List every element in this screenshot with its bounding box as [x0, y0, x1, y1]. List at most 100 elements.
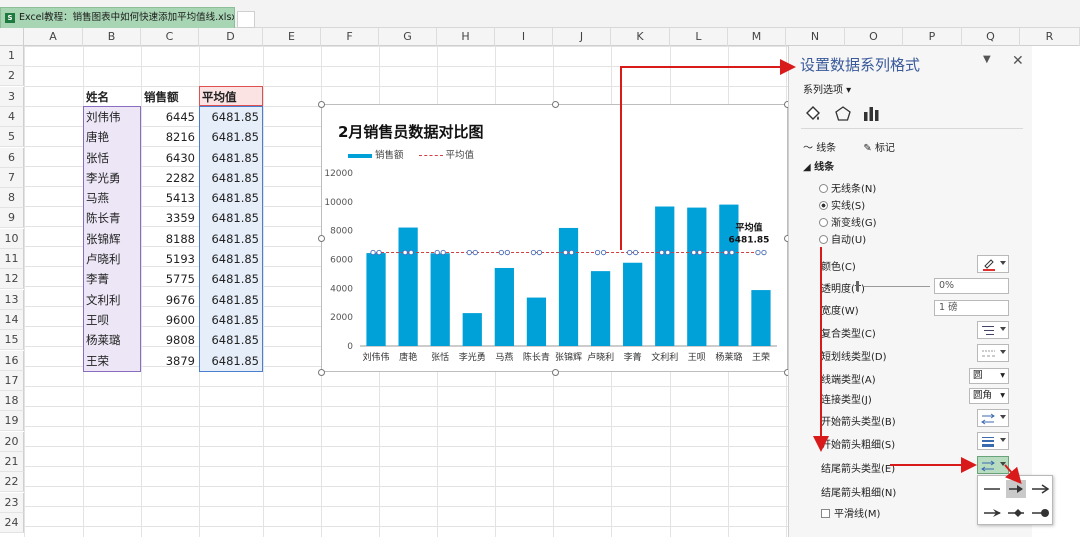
average-cell[interactable]: 6481.85 [199, 310, 263, 330]
row-header-11[interactable]: 11 [0, 249, 24, 269]
sales-cell[interactable]: 8216 [141, 127, 199, 147]
name-cell[interactable]: 刘伟伟 [86, 107, 141, 127]
sales-cell[interactable]: 5775 [141, 269, 199, 289]
row-header-10[interactable]: 10 [0, 228, 24, 249]
end-arrow-type-button[interactable] [977, 456, 1009, 474]
average-cell[interactable]: 6481.85 [199, 107, 263, 127]
row-header-14[interactable]: 14 [0, 309, 24, 330]
begin-arrow-size-button[interactable] [977, 432, 1009, 450]
row-header-2[interactable]: 2 [0, 66, 24, 87]
arrow-option-oval[interactable] [1032, 509, 1049, 517]
chart-resize-handle[interactable] [552, 369, 559, 376]
average-cell[interactable]: 6481.85 [199, 330, 263, 350]
bar-chart-icon[interactable] [861, 104, 881, 124]
row-header-20[interactable]: 20 [0, 431, 24, 452]
name-cell[interactable]: 陈长青 [86, 208, 141, 228]
chart-resize-handle[interactable] [552, 101, 559, 108]
column-header-g[interactable]: G [379, 28, 437, 46]
join-type-select[interactable]: 圆角 ▾ [969, 388, 1009, 404]
transparency-slider-thumb[interactable] [856, 281, 859, 291]
row-header-21[interactable]: 21 [0, 452, 24, 472]
sales-cell[interactable]: 6430 [141, 148, 199, 168]
sales-cell[interactable]: 5413 [141, 188, 199, 208]
sales-cell[interactable]: 8188 [141, 229, 199, 249]
average-cell[interactable]: 6481.85 [199, 148, 263, 168]
row-header-15[interactable]: 15 [0, 330, 24, 351]
radio-auto-line[interactable]: 自动(U) [819, 231, 866, 246]
arrow-option-open[interactable] [1032, 484, 1050, 494]
name-cell[interactable]: 张恬 [86, 148, 141, 168]
row-header-23[interactable]: 23 [0, 492, 24, 513]
line-section-header[interactable]: ◢ 线条 [803, 158, 834, 173]
name-cell[interactable]: 张锦辉 [86, 229, 141, 249]
arrow-option-diamond[interactable] [1008, 509, 1024, 517]
row-header-3[interactable]: 3 [0, 86, 24, 107]
arrow-option-standard[interactable] [1006, 480, 1026, 498]
average-cell[interactable]: 6481.85 [199, 351, 263, 371]
row-header-5[interactable]: 5 [0, 127, 24, 148]
radio-solid-line[interactable]: 实线(S) [819, 197, 865, 212]
sales-cell[interactable]: 3879 [141, 351, 199, 371]
row-header-13[interactable]: 13 [0, 289, 24, 310]
row-header-7[interactable]: 7 [0, 167, 24, 188]
average-cell[interactable]: 6481.85 [199, 127, 263, 147]
average-cell[interactable]: 6481.85 [199, 290, 263, 310]
close-icon[interactable]: ✕ [1012, 53, 1024, 69]
column-header-p[interactable]: P [903, 28, 962, 46]
pane-options-chevron-icon[interactable]: ▼ [983, 54, 991, 65]
sales-cell[interactable]: 9808 [141, 330, 199, 350]
column-header-l[interactable]: L [670, 28, 728, 46]
row-header-22[interactable]: 22 [0, 472, 24, 493]
column-header-q[interactable]: Q [962, 28, 1020, 46]
row-header-4[interactable]: 4 [0, 106, 24, 127]
chart-object[interactable]: 2月销售员数据对比图 销售额 平均值 0 2000 4000 6000 8000 1000… [318, 101, 791, 376]
row-header-9[interactable]: 9 [0, 208, 24, 229]
row-header-17[interactable]: 17 [0, 370, 24, 391]
average-cell[interactable]: 6481.85 [199, 208, 263, 228]
column-header-k[interactable]: K [611, 28, 670, 46]
row-header-1[interactable]: 1 [0, 46, 24, 66]
column-header-o[interactable]: O [845, 28, 903, 46]
tab-marker[interactable]: ✎ 标记 [863, 143, 907, 154]
average-cell[interactable]: 6481.85 [199, 188, 263, 208]
sales-cell[interactable]: 6445 [141, 107, 199, 127]
sales-cell[interactable]: 2282 [141, 168, 199, 188]
sales-cell[interactable]: 5193 [141, 249, 199, 269]
cap-type-select[interactable]: 圆 ▾ [969, 368, 1009, 384]
row-header-6[interactable]: 6 [0, 147, 24, 168]
average-cell[interactable]: 6481.85 [199, 229, 263, 249]
radio-gradient-line[interactable]: 渐变线(G) [819, 214, 877, 229]
document-tab[interactable]: S Excel教程：销售图表中如何快速添加平均值线.xlsx * [0, 7, 235, 28]
color-picker-button[interactable] [977, 255, 1009, 273]
width-input[interactable]: 1 磅 [934, 300, 1009, 316]
column-header-n[interactable]: N [786, 28, 845, 46]
transparency-input[interactable]: 0% [934, 278, 1009, 294]
chart-resize-handle[interactable] [318, 369, 325, 376]
name-cell[interactable]: 文利利 [86, 290, 141, 310]
column-header-m[interactable]: M [728, 28, 786, 46]
radio-no-line[interactable]: 无线条(N) [819, 180, 876, 195]
header-cell[interactable]: 姓名 [86, 87, 141, 107]
header-cell[interactable]: 平均值 [202, 87, 266, 107]
row-header-19[interactable]: 19 [0, 411, 24, 432]
name-cell[interactable]: 唐艳 [86, 127, 141, 147]
column-header-r[interactable]: R [1020, 28, 1080, 46]
name-cell[interactable]: 卢晓利 [86, 249, 141, 269]
header-cell[interactable]: 销售额 [144, 87, 202, 107]
paint-bucket-icon[interactable] [803, 104, 823, 124]
name-cell[interactable]: 李光勇 [86, 168, 141, 188]
column-header-j[interactable]: J [553, 28, 611, 46]
dash-type-button[interactable] [977, 344, 1009, 362]
chart-resize-handle[interactable] [318, 101, 325, 108]
column-header-e[interactable]: E [263, 28, 321, 46]
series-options-dropdown[interactable]: 系列选项 ▾ [803, 81, 851, 96]
smooth-line-checkbox[interactable]: 平滑线(M) [821, 505, 880, 520]
name-cell[interactable]: 王呗 [86, 310, 141, 330]
sales-cell[interactable]: 3359 [141, 208, 199, 228]
tab-line[interactable]: 〜 线条 [803, 143, 848, 154]
chart-resize-handle[interactable] [318, 235, 325, 242]
column-header-b[interactable]: B [83, 28, 141, 46]
arrow-option-stealth[interactable] [984, 509, 1001, 517]
average-cell[interactable]: 6481.85 [199, 269, 263, 289]
new-tab-button[interactable] [237, 11, 255, 28]
